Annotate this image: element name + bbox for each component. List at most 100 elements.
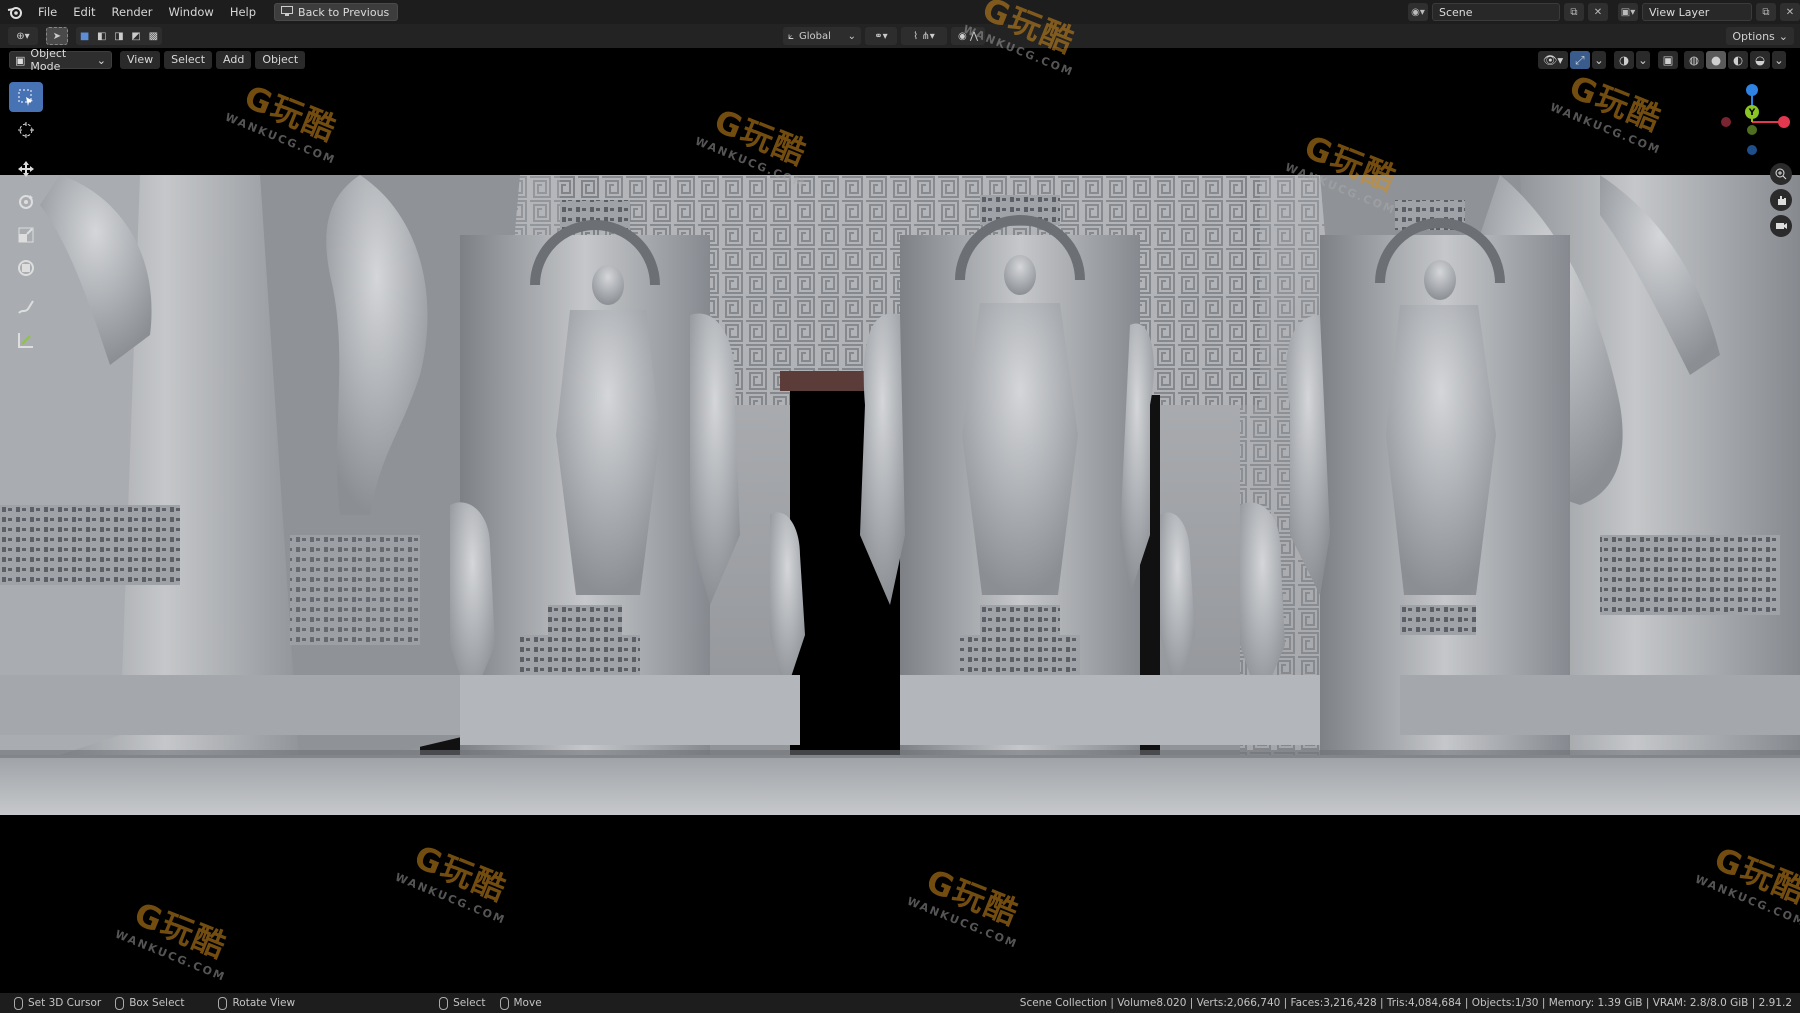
- mouse-left-icon: [14, 996, 23, 1010]
- status-box-select-label: Box Select: [129, 997, 185, 1009]
- camera-view-icon[interactable]: [1770, 215, 1792, 237]
- gizmo-neg-z-axis: [1747, 145, 1757, 155]
- rendered-shading-icon[interactable]: ◒: [1750, 51, 1770, 69]
- transform-tool-icon[interactable]: [9, 253, 43, 283]
- select-box-tool-icon[interactable]: [9, 82, 43, 112]
- pivot-point-icon[interactable]: ⚭▾: [865, 27, 897, 45]
- menu-view[interactable]: View: [120, 51, 161, 69]
- navigation-gizmo[interactable]: Y: [1712, 82, 1792, 162]
- gizmo-neg-y-axis: [1747, 125, 1757, 135]
- gizmo-neg-x-axis: [1721, 117, 1731, 127]
- mode-invert-icon[interactable]: ◩: [131, 31, 140, 42]
- zoom-icon[interactable]: [1770, 163, 1792, 185]
- temple-render-image: [0, 175, 1800, 869]
- menu-edit[interactable]: Edit: [65, 0, 103, 24]
- proportional-edit-icon[interactable]: ◉ ⋀: [951, 27, 985, 45]
- pillar-left: [460, 200, 710, 755]
- menu-window[interactable]: Window: [160, 0, 221, 24]
- menu-add[interactable]: Add: [216, 51, 252, 69]
- screen-icon: [281, 5, 294, 19]
- menu-help[interactable]: Help: [222, 0, 264, 24]
- duplicate-layer-icon[interactable]: ⧉: [1756, 3, 1776, 21]
- status-select-label: Select: [453, 997, 486, 1009]
- menu-select[interactable]: Select: [164, 51, 213, 69]
- transform-controls: ⟀ Global ⌄ ⚭▾ ⌇ ⋔▾ ◉ ⋀: [783, 27, 985, 45]
- object-mode-dropdown[interactable]: ▣ Object Mode ⌄: [9, 47, 112, 73]
- wireframe-shading-icon[interactable]: ◍: [1684, 51, 1704, 69]
- scene-icon[interactable]: ◉▾: [1408, 3, 1428, 21]
- select-tool-icon[interactable]: ➤: [46, 27, 68, 45]
- chevron-down-icon: ⌄: [847, 30, 856, 42]
- gizmo-x-axis: [1778, 116, 1790, 128]
- watermark: G玩酷 WANKUCG.COM: [1548, 67, 1668, 158]
- selection-mode-group[interactable]: ■ ◧ ◨ ◩ ▩: [76, 27, 162, 45]
- orientation-dropdown[interactable]: ⟀ Global ⌄: [783, 27, 861, 45]
- scale-tool-icon[interactable]: [9, 220, 43, 250]
- view-layer-field[interactable]: View Layer: [1642, 3, 1752, 21]
- options-label: Options: [1732, 29, 1775, 43]
- chevron-down-icon[interactable]: ⌄: [1592, 51, 1606, 69]
- xray-toggle-icon[interactable]: ▣: [1658, 51, 1678, 69]
- status-select: Select: [439, 996, 486, 1010]
- duplicate-scene-icon[interactable]: ⧉: [1564, 3, 1584, 21]
- delete-scene-icon[interactable]: ✕: [1588, 3, 1608, 21]
- visibility-icon[interactable]: 👁▾: [1538, 51, 1568, 69]
- material-shading-icon[interactable]: ◐: [1728, 51, 1748, 69]
- overlay-toggle-icon[interactable]: ◑: [1614, 51, 1634, 69]
- watermark: G玩酷 WANKUCG.COM: [113, 894, 233, 985]
- viewport-header: ▣ Object Mode ⌄ View Select Add Object 👁…: [0, 47, 1800, 73]
- back-to-previous-label: Back to Previous: [298, 5, 390, 19]
- menu-render[interactable]: Render: [104, 0, 161, 24]
- status-rotate-view: Rotate View: [218, 996, 296, 1010]
- status-move: Move: [499, 996, 542, 1010]
- mode-subtract-icon[interactable]: ◨: [114, 31, 123, 42]
- tool-header: ⊕▾ ➤ ■ ◧ ◨ ◩ ▩ ⟀ Global ⌄ ⚭▾ ⌇ ⋔▾ ◉ ⋀ Op…: [0, 24, 1800, 48]
- gizmo-y-label: Y: [1748, 108, 1756, 118]
- status-rotate-view-label: Rotate View: [232, 997, 296, 1009]
- mode-intersect-icon[interactable]: ▩: [149, 31, 158, 42]
- chevron-down-icon[interactable]: ⌄: [1772, 51, 1786, 69]
- chevron-down-icon[interactable]: ⌄: [1636, 51, 1650, 69]
- scene-name-field[interactable]: Scene: [1432, 3, 1560, 21]
- mode-extend-icon[interactable]: ◧: [97, 31, 106, 42]
- object-mode-icon: ▣: [15, 53, 26, 67]
- back-to-previous-button[interactable]: Back to Previous: [274, 3, 399, 21]
- pan-hand-icon[interactable]: [1770, 189, 1792, 211]
- measure-tool-icon[interactable]: [9, 325, 43, 355]
- orientation-icon: ⟀: [788, 30, 794, 42]
- pillar-right: [1320, 200, 1570, 755]
- mode-new-icon[interactable]: ■: [80, 31, 89, 42]
- mouse-middle-icon: [218, 996, 228, 1010]
- gizmo-toggle-icon[interactable]: ⤢: [1570, 51, 1590, 69]
- delete-layer-icon[interactable]: ✕: [1780, 3, 1800, 21]
- watermark: G玩酷 WANKUCG.COM: [223, 77, 343, 168]
- options-dropdown[interactable]: Options ⌄: [1726, 27, 1794, 45]
- move-tool-icon[interactable]: [9, 154, 43, 184]
- status-set-cursor-label: Set 3D Cursor: [28, 997, 102, 1009]
- menu-object[interactable]: Object: [255, 51, 306, 69]
- snap-icon[interactable]: ⌇ ⋔▾: [901, 27, 947, 45]
- viewport-display-controls: 👁▾ ⤢ ⌄ ◑ ⌄ ▣ ◍ ● ◐ ◒ ⌄: [1538, 51, 1786, 69]
- object-mode-label: Object Mode: [30, 47, 67, 73]
- cursor-tool-icon[interactable]: [9, 115, 43, 145]
- status-bar: Set 3D Cursor Box Select Rotate View Sel…: [0, 993, 1800, 1013]
- annotate-tool-icon[interactable]: [9, 292, 43, 322]
- orientation-label: Global: [799, 30, 831, 42]
- viewport-render[interactable]: [0, 175, 1800, 869]
- status-move-label: Move: [513, 997, 542, 1009]
- status-set-cursor: Set 3D Cursor: [14, 996, 102, 1010]
- scene-statistics: Scene Collection | Volume8.020 | Verts:2…: [1019, 997, 1792, 1009]
- editor-type-icon[interactable]: ⊕▾: [8, 27, 38, 45]
- solid-shading-icon[interactable]: ●: [1706, 51, 1726, 69]
- rotate-tool-icon[interactable]: [9, 187, 43, 217]
- pillar-center: [900, 195, 1140, 755]
- menu-file[interactable]: File: [30, 0, 65, 24]
- scene-selector-group: ◉▾ Scene ⧉ ✕ ▣▾ View Layer ⧉ ✕: [1408, 3, 1800, 21]
- mouse-right-icon: [499, 996, 509, 1010]
- view-layer-icon[interactable]: ▣▾: [1618, 3, 1638, 21]
- chevron-down-icon: ⌄: [96, 53, 106, 67]
- top-menu-bar: File Edit Render Window Help Back to Pre…: [0, 0, 1800, 24]
- gizmo-z-axis: [1746, 84, 1758, 96]
- chevron-down-icon: ⌄: [1778, 29, 1788, 43]
- blender-logo-icon[interactable]: [0, 0, 30, 24]
